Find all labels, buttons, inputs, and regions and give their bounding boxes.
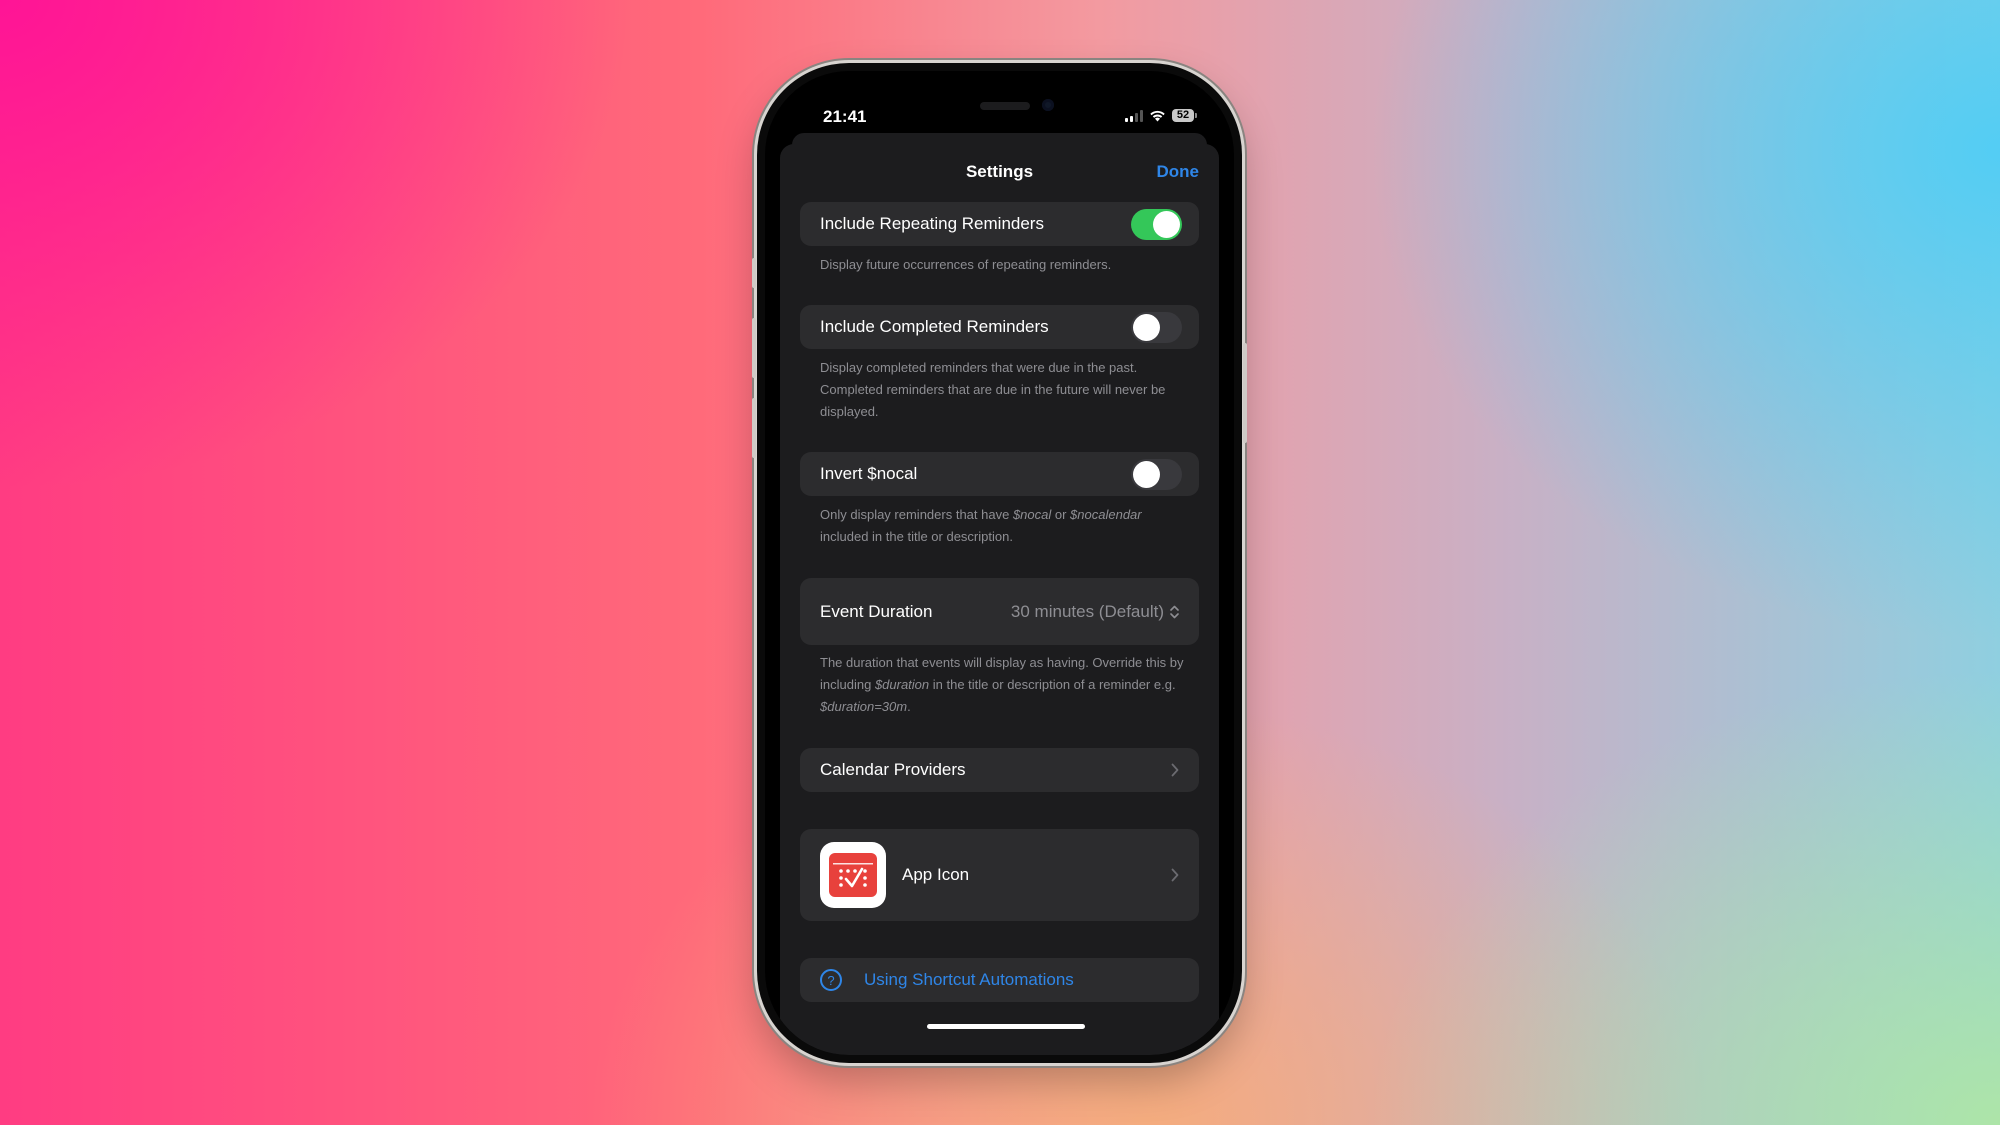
wifi-icon [1150,110,1165,122]
battery-indicator: 52 [1172,109,1197,122]
action-button [752,258,756,288]
event-duration-description: The duration that events will display as… [820,652,1185,718]
event-duration-picker[interactable]: 30 minutes (Default) [1011,602,1179,622]
desc-code: $duration=30m [820,699,908,714]
invert-nocal-row: Invert $nocal [800,452,1199,496]
calendar-check-icon [829,853,877,897]
event-duration-value: 30 minutes (Default) [1010,601,1164,621]
chevron-up-down-icon [1170,605,1179,618]
desc-code: $nocal [1012,507,1052,522]
completed-reminders-toggle[interactable] [1131,311,1182,343]
volume-up-button [752,318,756,378]
completed-reminders-description: Display completed reminders that were du… [820,360,1166,419]
repeating-reminders-description: Display future occurrences of repeating … [820,257,1112,272]
shortcut-automations-link[interactable]: Using Shortcut Automations [864,970,1179,990]
app-icon-label: App Icon [902,865,970,884]
desc-code: $duration [874,677,930,692]
repeating-reminders-row: Include Repeating Reminders [800,202,1199,246]
front-camera [1042,99,1054,111]
question-circle-icon: ? [820,969,842,991]
desc-text: included in the title or description. [820,529,1013,544]
desc-text: Only display reminders that have [820,507,1013,522]
event-duration-label: Event Duration [820,601,933,621]
completed-reminders-label: Include Completed Reminders [820,317,1049,336]
done-button[interactable]: Done [1157,162,1200,182]
desc-text: in the title or description of a reminde… [929,677,1176,692]
speaker-grille [980,102,1030,110]
app-icon-row[interactable]: App Icon [800,829,1199,921]
screen: 21:41 52 Settings Done Include Repeating… [765,71,1234,1055]
invert-nocal-description: Only display reminders that have $nocal … [820,504,1185,548]
status-icons: 52 [1125,109,1197,122]
shortcut-automations-row[interactable]: ? Using Shortcut Automations [800,958,1199,1002]
calendar-providers-row[interactable]: Calendar Providers [800,748,1199,792]
home-indicator[interactable] [927,1024,1085,1029]
invert-nocal-toggle[interactable] [1131,458,1182,490]
repeating-reminders-toggle[interactable] [1131,208,1182,240]
cellular-signal-icon [1125,109,1143,122]
desc-text: or [1051,507,1071,522]
sheet-title: Settings [965,162,1034,181]
power-button [1243,343,1247,443]
toggle-knob [1153,210,1180,238]
status-time: 21:41 [823,107,867,126]
toggle-knob [1133,460,1160,488]
invert-nocal-label: Invert $nocal [820,464,918,483]
settings-sheet: Settings Done Include Repeating Reminder… [780,144,1219,1055]
calendar-providers-label: Calendar Providers [820,760,966,779]
volume-down-button [752,398,756,458]
repeating-reminders-label: Include Repeating Reminders [820,214,1044,233]
event-duration-row[interactable]: Event Duration 30 minutes (Default) [800,578,1199,645]
chevron-right-icon [1171,763,1179,777]
desc-text: . [907,699,911,714]
desc-code: $nocalendar [1070,507,1142,522]
chevron-right-icon [1171,868,1179,882]
phone-frame: 21:41 52 Settings Done Include Repeating… [752,63,1247,1063]
toggle-knob [1133,313,1160,341]
app-icon-preview [820,842,886,908]
completed-reminders-row: Include Completed Reminders [800,305,1199,349]
